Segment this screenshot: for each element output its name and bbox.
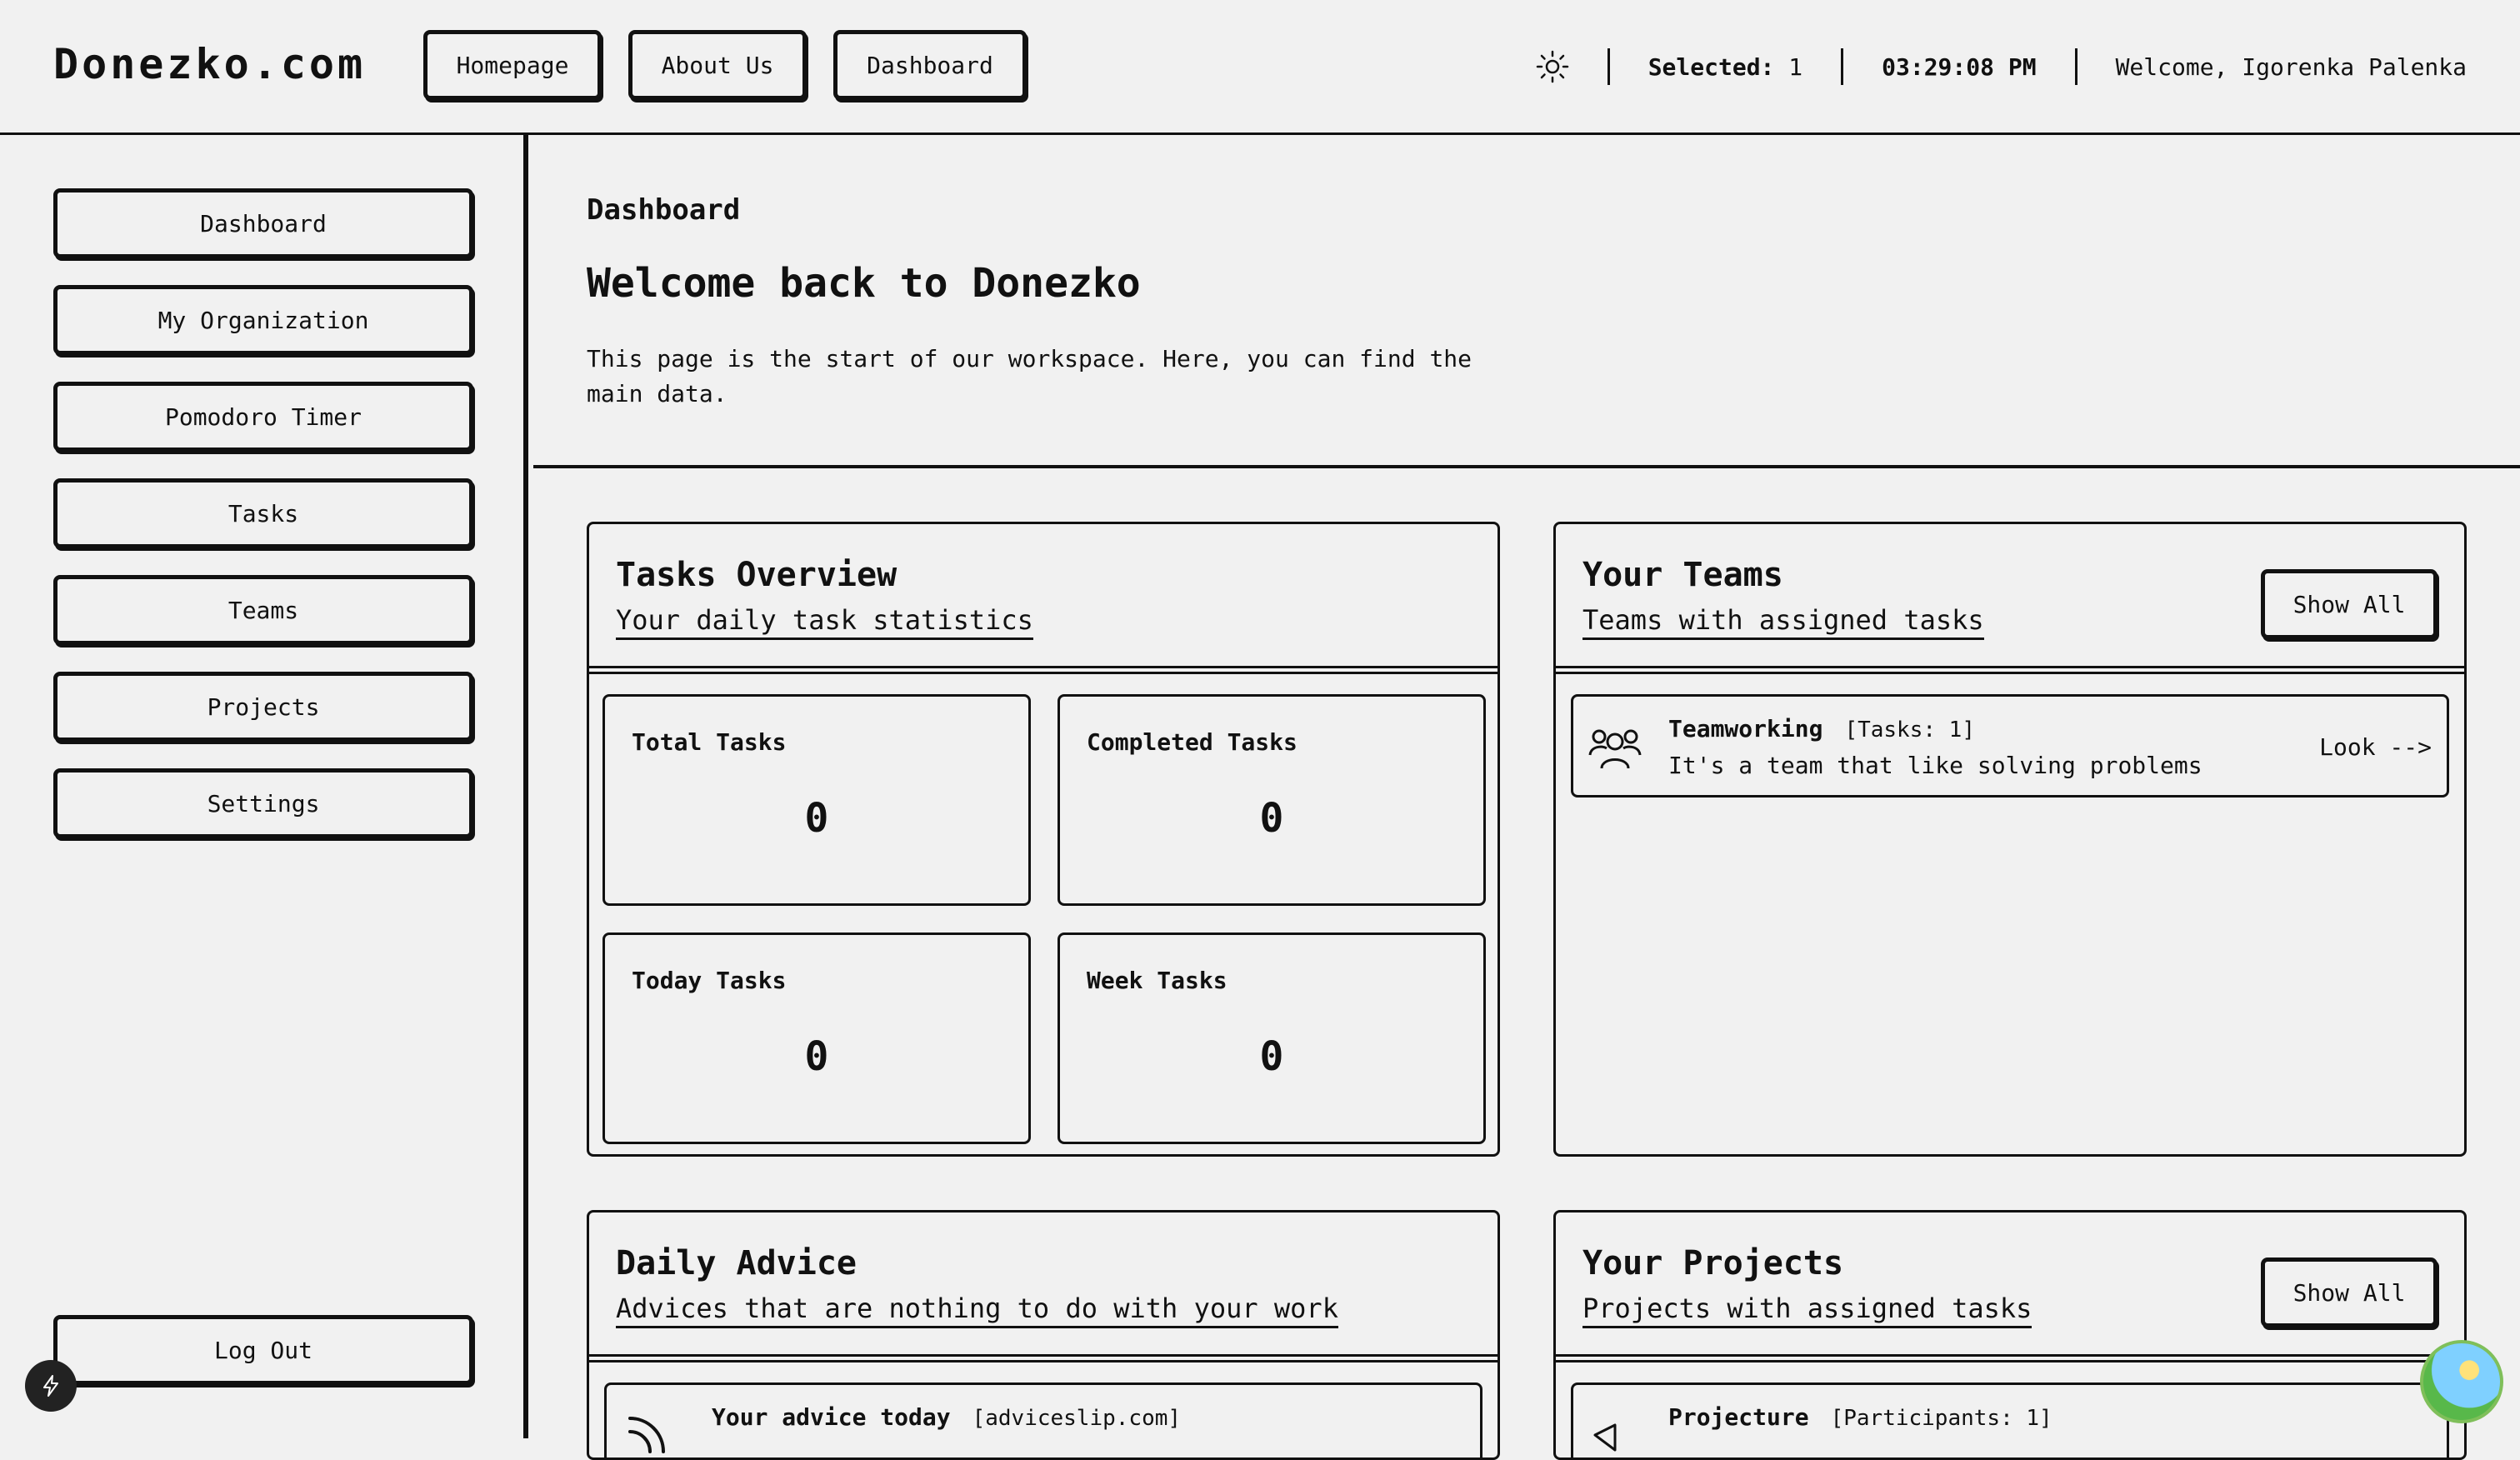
card-subtitle: Your daily task statistics	[616, 604, 1033, 640]
page-description: This page is the start of our workspace.…	[587, 345, 1472, 408]
advice-item: Your advice today [adviceslip.com]	[604, 1382, 1482, 1458]
stat-value: 0	[1259, 795, 1284, 842]
divider	[2074, 48, 2078, 85]
team-task-count: [Tasks: 1]	[1844, 718, 1975, 742]
card-header: Your Projects Projects with assigned tas…	[1556, 1212, 2464, 1362]
team-name: Teamworking [Tasks: 1]	[1668, 715, 1975, 742]
sidebar-item-projects[interactable]: Projects	[53, 672, 473, 742]
stat-completed-tasks: Completed Tasks 0	[1058, 694, 1486, 906]
app-logo[interactable]: Donezko.com	[53, 40, 366, 88]
sidebar-item-teams[interactable]: Teams	[53, 575, 473, 645]
card-subtitle: Projects with assigned tasks	[1582, 1292, 2032, 1328]
project-participants: [Participants: 1]	[1830, 1406, 2052, 1431]
nav-about-us-button[interactable]: About Us	[628, 30, 807, 100]
team-look-link[interactable]: Look -->	[2319, 733, 2432, 761]
stat-value: 0	[804, 1033, 829, 1080]
teams-show-all-button[interactable]: Show All	[2261, 569, 2438, 639]
teams-card: Your Teams Teams with assigned tasks Sho…	[1553, 522, 2467, 1157]
card-title: Daily Advice	[616, 1244, 857, 1282]
selected-count: Selected: 1	[1648, 53, 1802, 81]
daily-advice-card: Daily Advice Advices that are nothing to…	[587, 1210, 1500, 1460]
card-subtitle: Teams with assigned tasks	[1582, 604, 1984, 640]
stat-total-tasks: Total Tasks 0	[602, 694, 1031, 906]
stat-week-tasks: Week Tasks 0	[1058, 932, 1486, 1144]
sidebar-item-settings[interactable]: Settings	[53, 768, 473, 838]
sidebar: Dashboard My Organization Pomodoro Timer…	[0, 135, 528, 1438]
sidebar-item-dashboard[interactable]: Dashboard	[53, 188, 473, 258]
assistant-avatar[interactable]	[2420, 1340, 2503, 1423]
page-header: Dashboard Welcome back to Donezko This p…	[533, 135, 2520, 468]
nav-homepage-button[interactable]: Homepage	[423, 30, 602, 100]
team-list-item[interactable]: Teamworking [Tasks: 1] It's a team that l…	[1571, 694, 2449, 798]
stat-label: Completed Tasks	[1087, 728, 1298, 756]
card-title: Your Projects	[1582, 1244, 1844, 1282]
sidebar-item-tasks[interactable]: Tasks	[53, 478, 473, 548]
nav-dashboard-button[interactable]: Dashboard	[833, 30, 1027, 100]
stat-label: Week Tasks	[1087, 967, 1228, 994]
advice-title-text: Your advice today	[712, 1403, 951, 1431]
logout-button[interactable]: Log Out	[53, 1315, 473, 1385]
projects-card: Your Projects Projects with assigned tas…	[1553, 1210, 2467, 1460]
megaphone-icon	[1593, 1423, 1617, 1452]
divider	[1841, 48, 1844, 85]
stat-label: Today Tasks	[632, 967, 787, 994]
sidebar-item-my-organization[interactable]: My Organization	[53, 285, 473, 355]
card-header: Your Teams Teams with assigned tasks Sho…	[1556, 524, 2464, 674]
stat-value: 0	[1259, 1033, 1284, 1080]
stat-label: Total Tasks	[632, 728, 787, 756]
top-header: Donezko.com Homepage About Us Dashboard …	[0, 0, 2520, 135]
theme-toggle[interactable]	[1536, 50, 1569, 83]
quick-action-button[interactable]	[25, 1360, 77, 1412]
breadcrumb: Dashboard	[587, 193, 741, 227]
tasks-overview-card: Tasks Overview Your daily task statistic…	[587, 522, 1500, 1157]
header-status-bar: Selected: 1 03:29:08 PM Welcome, Igorenk…	[1536, 42, 2467, 92]
stat-today-tasks: Today Tasks 0	[602, 932, 1031, 1144]
card-title: Tasks Overview	[616, 556, 898, 594]
sun-icon	[1536, 50, 1568, 83]
advice-source: [adviceslip.com]	[972, 1406, 1182, 1431]
card-header: Tasks Overview Your daily task statistic…	[589, 524, 1498, 674]
rss-icon	[628, 1417, 665, 1453]
divider	[1607, 48, 1610, 85]
stat-value: 0	[804, 795, 829, 842]
advice-title: Your advice today [adviceslip.com]	[712, 1403, 1181, 1431]
welcome-user: Welcome, Igorenka Palenka	[2115, 52, 2467, 81]
clock: 03:29:08 PM	[1882, 52, 2037, 81]
project-list-item[interactable]: Projecture [Participants: 1]	[1571, 1382, 2449, 1458]
selected-value: 1	[1788, 52, 1803, 81]
team-icon	[1588, 729, 1642, 769]
lightning-icon	[43, 1375, 58, 1397]
projects-show-all-button[interactable]: Show All	[2261, 1258, 2438, 1328]
sidebar-item-pomodoro-timer[interactable]: Pomodoro Timer	[53, 382, 473, 452]
selected-label: Selected:	[1648, 52, 1775, 81]
card-title: Your Teams	[1582, 556, 1783, 594]
card-subtitle: Advices that are nothing to do with your…	[616, 1292, 1338, 1328]
team-description: It's a team that like solving problems	[1668, 752, 2202, 779]
team-name-text: Teamworking	[1668, 715, 1823, 742]
card-header: Daily Advice Advices that are nothing to…	[589, 1212, 1498, 1362]
project-name-text: Projecture	[1668, 1403, 1809, 1431]
project-name: Projecture [Participants: 1]	[1668, 1403, 2052, 1431]
page-title: Welcome back to Donezko	[587, 260, 1141, 307]
